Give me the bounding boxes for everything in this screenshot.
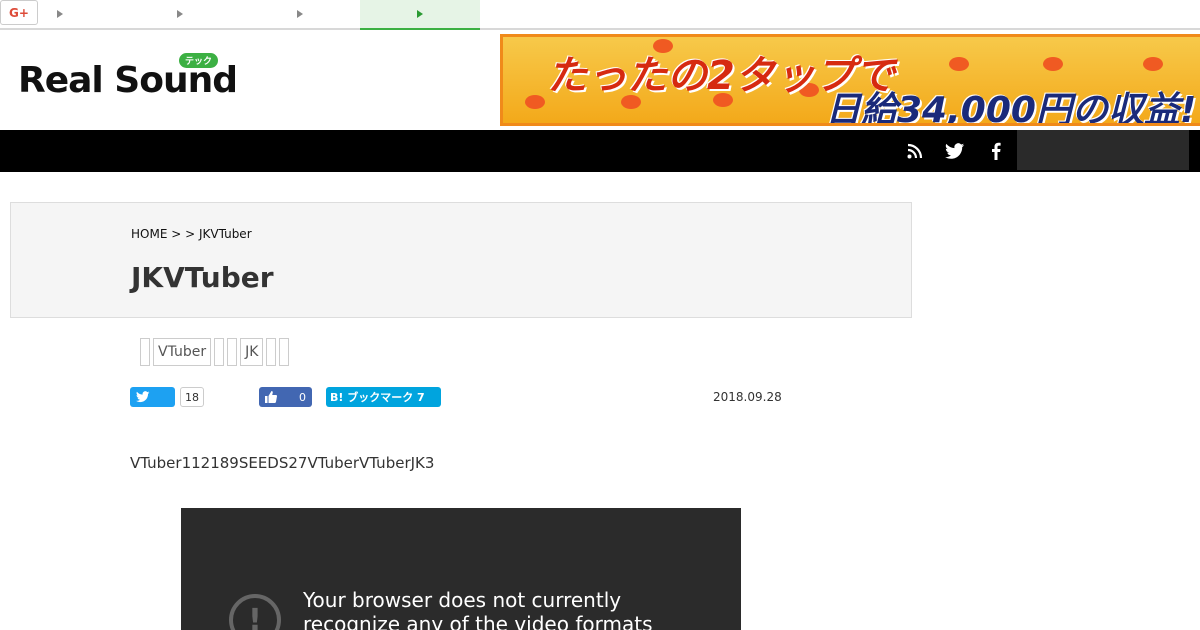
rss-icon[interactable]: [905, 141, 925, 161]
tag-item[interactable]: [227, 338, 238, 366]
video-error-message: Your browser does not currently recogniz…: [303, 588, 653, 630]
twitter-icon[interactable]: [945, 141, 965, 161]
banner-dot: [949, 57, 969, 71]
tag-item[interactable]: [266, 338, 277, 366]
nav-tab-3[interactable]: [240, 0, 360, 28]
tag-item[interactable]: [279, 338, 290, 366]
facebook-like-count: 0: [299, 390, 306, 404]
tag-item[interactable]: JK: [240, 338, 264, 366]
caret-right-icon: [417, 10, 423, 18]
facebook-icon[interactable]: [986, 141, 1006, 161]
warning-icon: !: [229, 594, 281, 630]
banner-dot: [1043, 57, 1063, 71]
banner-dot: [1143, 57, 1163, 71]
facebook-like-button[interactable]: 0: [259, 387, 312, 407]
twitter-icon: [136, 391, 150, 403]
twitter-share-button[interactable]: [130, 387, 175, 407]
banner-subheadline: 日給34,000円の収益!: [825, 90, 1197, 126]
article-lead-text: VTuber112189SEEDS27VTuberVTuberJK3: [130, 454, 435, 472]
ad-banner[interactable]: たったの2タップで 日給34,000円の収益!: [500, 34, 1200, 126]
logo-badge: テック: [179, 53, 219, 68]
banner-dot: [525, 95, 545, 109]
caret-right-icon: [177, 10, 183, 18]
caret-right-icon: [57, 10, 63, 18]
tag-item[interactable]: [214, 338, 225, 366]
thumbs-up-icon: [265, 391, 277, 403]
page-title: JKVTuber: [131, 261, 274, 294]
breadcrumb[interactable]: HOME > > JKVTuber: [131, 227, 252, 241]
twitter-share-count: 18: [180, 387, 204, 407]
nav-tab-2[interactable]: [120, 0, 240, 28]
tag-item[interactable]: [140, 338, 150, 366]
publish-date: 2018.09.28: [713, 390, 782, 404]
nav-tab-1[interactable]: [0, 0, 120, 28]
top-category-nav: [0, 0, 1200, 30]
tag-item[interactable]: VTuber: [153, 338, 212, 366]
hatena-bookmark-button[interactable]: B! ブックマーク 7: [326, 387, 441, 407]
tag-list: VTuber JK: [140, 338, 290, 366]
search-input[interactable]: [1017, 130, 1189, 170]
video-player[interactable]: ! Your browser does not currently recogn…: [181, 508, 741, 630]
article-header: HOME > > JKVTuber JKVTuber: [10, 202, 912, 318]
nav-tab-4-active[interactable]: [360, 0, 480, 30]
caret-right-icon: [297, 10, 303, 18]
